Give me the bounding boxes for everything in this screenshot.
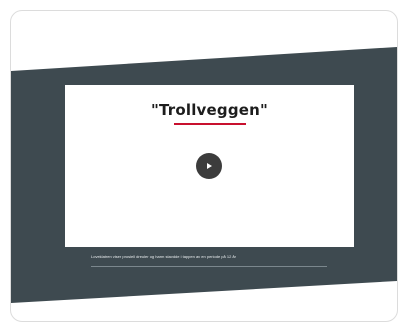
video-player[interactable]: "Trollveggen" bbox=[65, 85, 354, 247]
title-underline bbox=[174, 123, 246, 125]
play-button[interactable] bbox=[196, 153, 222, 179]
caption-divider bbox=[91, 266, 327, 267]
video-title: "Trollveggen" bbox=[150, 101, 269, 119]
content-card: "Trollveggen" Loveklatren viser prosiell… bbox=[10, 10, 398, 322]
video-caption: Loveklatren viser prosiell dreuler og ha… bbox=[91, 254, 236, 259]
play-icon bbox=[205, 162, 213, 170]
